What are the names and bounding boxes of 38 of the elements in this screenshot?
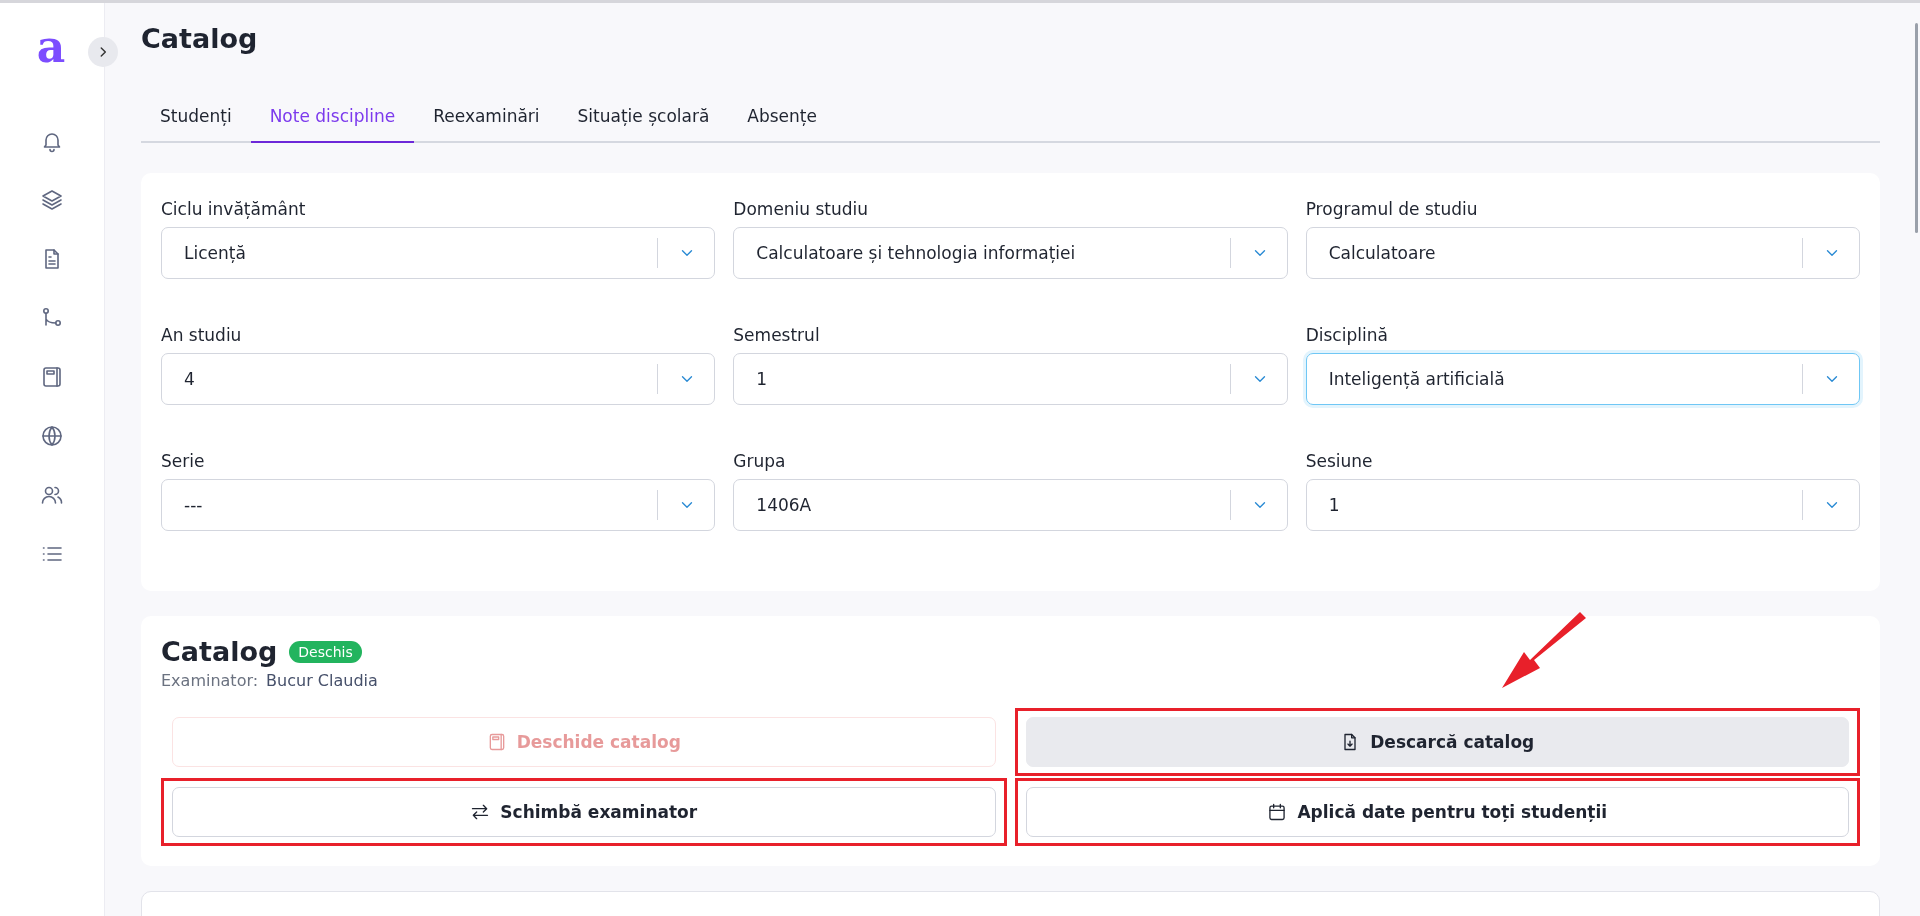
field-label: Serie <box>161 451 206 471</box>
tab[interactable]: Reexaminări <box>414 94 559 143</box>
action-button[interactable]: Aplică date pentru toți studenții <box>1025 787 1849 837</box>
scrollbar[interactable] <box>1915 23 1918 233</box>
field-label: Programul de studiu <box>1305 199 1479 219</box>
select-field[interactable]: 1 <box>733 353 1288 405</box>
tab[interactable]: Absențe <box>728 94 836 143</box>
swap-arrows-icon <box>470 802 491 822</box>
examiner-name: Bucur Claudia <box>266 671 378 690</box>
select-field[interactable]: Licență <box>161 227 716 279</box>
select-field[interactable]: 4 <box>161 353 716 405</box>
field-label: Semestrul <box>733 325 821 345</box>
field-label: Disciplină <box>1305 325 1389 345</box>
examiner-label: Examinator: <box>161 671 259 690</box>
logo[interactable]: a <box>36 25 66 69</box>
status-badge: Deschis <box>289 640 362 663</box>
catalog-title: Catalog <box>161 636 278 667</box>
calendar-icon <box>1267 802 1288 822</box>
select-field[interactable]: --- <box>161 479 716 531</box>
tab[interactable]: Situație școlară <box>558 94 729 143</box>
field-label: Sesiune <box>1305 451 1374 471</box>
page-title: Catalog <box>141 23 259 54</box>
action-button[interactable]: Schimbă examinator <box>172 787 996 837</box>
select-field[interactable]: 1406A <box>733 479 1288 531</box>
select-field[interactable]: 1 <box>1305 479 1860 531</box>
notebook-icon[interactable] <box>40 365 64 389</box>
select-field[interactable]: Calculatoare <box>1305 227 1860 279</box>
field-label: An studiu <box>161 325 243 345</box>
tab[interactable]: Studenți <box>141 94 251 143</box>
field-label: Ciclu invățământ <box>161 199 307 219</box>
field-label: Grupa <box>733 451 787 471</box>
select-field[interactable]: Inteligență artificială <box>1305 353 1860 405</box>
select-field[interactable]: Calculatoare și tehnologia informației <box>733 227 1288 279</box>
field-label: Domeniu studiu <box>733 199 870 219</box>
action-button[interactable]: Descarcă catalog <box>1025 717 1849 767</box>
tab[interactable]: Note discipline <box>250 94 415 143</box>
globe-icon[interactable] <box>40 424 64 448</box>
layers-icon[interactable] <box>40 188 64 212</box>
